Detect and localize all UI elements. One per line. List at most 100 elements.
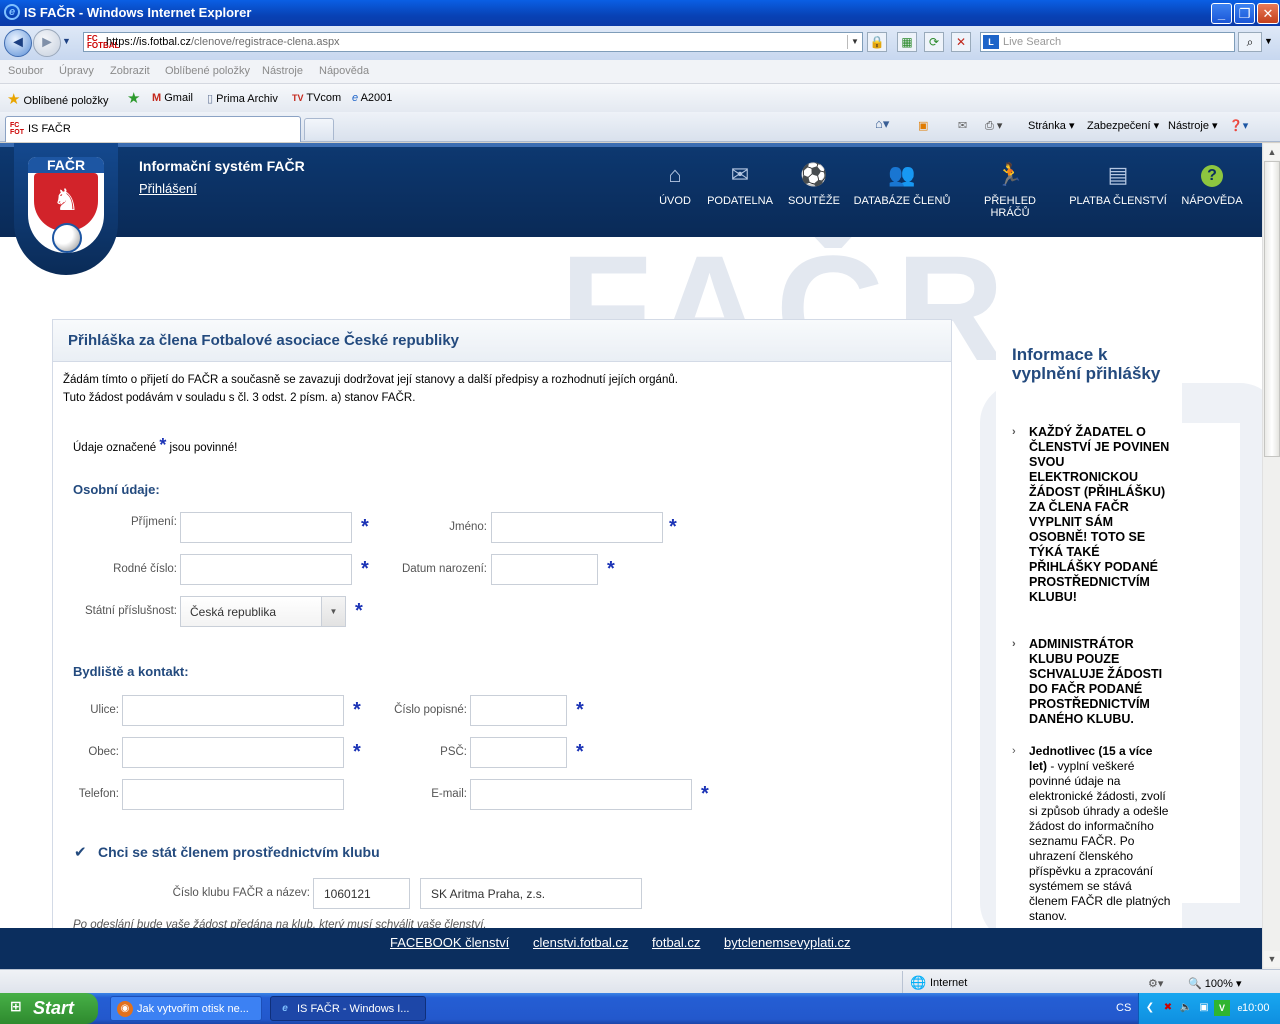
email-input[interactable] (470, 779, 692, 810)
home-toolbar-icon[interactable]: ⌂▾ (875, 116, 889, 132)
menu-favorites[interactable]: Oblíbené položky (165, 65, 250, 77)
window-title-bar[interactable]: e IS FAČR - Windows Internet Explorer _ … (0, 0, 1280, 26)
footer-link-facebook[interactable]: FACEBOOK členství (390, 935, 509, 950)
tray-arrow-icon[interactable]: ❮ (1142, 1000, 1158, 1016)
zoom-level[interactable]: 🔍 100% ▾ (1188, 977, 1241, 990)
mail-toolbar-icon[interactable]: ✉ (958, 119, 967, 132)
facr-logo[interactable]: FAČR ♞ (14, 143, 118, 275)
forward-button[interactable]: ► (33, 29, 61, 57)
birth-number-required: * (361, 558, 369, 580)
task-ie[interactable]: e IS FAČR - Windows I... (270, 996, 426, 1021)
tab-is-facr[interactable]: FC FOT IS FAČR (5, 116, 301, 142)
fav-gmail[interactable]: M Gmail (152, 92, 193, 104)
club-number-input[interactable]: 1060121 (313, 878, 410, 909)
refresh-icon[interactable]: ⟳ (924, 32, 944, 52)
surname-label: Příjmení: (130, 516, 177, 528)
history-dropdown-icon[interactable]: ▼ (62, 36, 71, 46)
stop-icon[interactable]: ✕ (951, 32, 971, 52)
scroll-thumb[interactable] (1264, 161, 1280, 457)
fav-prima-archiv[interactable]: ▯ Prima Archiv (207, 92, 278, 105)
nav-podatelna[interactable]: ✉ PODATELNA (705, 161, 775, 207)
tray-extra-icon[interactable]: e (1232, 1000, 1248, 1016)
player-icon: 🏃 (996, 162, 1024, 187)
start-button[interactable]: ⊞ Start (0, 993, 98, 1024)
nav-uvod[interactable]: ⌂ ÚVOD (655, 161, 695, 207)
address-bar[interactable]: FC FOTBAL https://is.fotbal.cz/clenove/re… (83, 32, 863, 52)
search-icon[interactable]: ⌕ (1238, 32, 1262, 52)
feeds-icon[interactable]: ▣ (918, 119, 928, 132)
chevron-right-icon: › (1012, 638, 1016, 650)
footer-link-bytclenem[interactable]: bytclenemsevyplati.cz (724, 935, 850, 950)
footer-link-fotbal[interactable]: fotbal.cz (652, 935, 700, 950)
surname-required: * (361, 516, 369, 538)
firstname-input[interactable] (491, 512, 663, 543)
task-firefox[interactable]: ◉ Jak vytvořím otisk ne... (110, 996, 262, 1021)
zip-input[interactable] (470, 737, 567, 768)
section-address: Bydliště a kontakt: (73, 664, 189, 679)
registration-form: Přihláška za člena Fotbalové asociace Če… (52, 319, 952, 969)
house-number-input[interactable] (470, 695, 567, 726)
favorites-button[interactable]: ★ Oblíbené položky (7, 90, 109, 108)
page-icon: ▯ (207, 93, 214, 105)
volume-icon[interactable]: 🔈 (1178, 1000, 1194, 1016)
menu-view[interactable]: Zobrazit (110, 65, 150, 77)
lock-icon[interactable]: 🔒 (867, 32, 887, 52)
maximize-button[interactable]: ❐ (1234, 3, 1255, 24)
language-indicator[interactable]: CS (1116, 1002, 1131, 1014)
menu-help[interactable]: Nápověda (319, 65, 369, 77)
fav-a2001[interactable]: e A2001 (352, 92, 392, 104)
search-options-icon[interactable]: ▼ (1264, 36, 1273, 46)
ball-icon: ⚽ (800, 162, 828, 187)
ie-task-icon: e (282, 1003, 288, 1014)
help-toolbar-icon[interactable]: ❓▾ (1229, 119, 1248, 132)
back-button[interactable]: ◄ (4, 29, 32, 57)
safety-menu[interactable]: Zabezpečení ▾ (1087, 119, 1159, 132)
citizenship-select[interactable]: Česká republika ▼ (180, 596, 346, 627)
login-link[interactable]: Přihlášení (139, 181, 197, 196)
chevron-down-icon[interactable]: ▼ (321, 597, 345, 626)
members-icon: 👥 (888, 162, 916, 187)
zip-label: PSČ: (440, 746, 467, 758)
site-title: Informační systém FAČR (139, 158, 305, 174)
birth-date-label: Datum narození: (401, 563, 487, 575)
tools-menu[interactable]: Nástroje ▾ (1168, 119, 1218, 132)
street-input[interactable] (122, 695, 344, 726)
house-number-required: * (576, 699, 584, 721)
new-tab-button[interactable] (304, 118, 334, 140)
nav-databaze-clenu[interactable]: 👥 DATABÁZE ČLENŮ (852, 161, 952, 207)
club-checkbox-label[interactable]: Chci se stát členem prostřednictvím klub… (98, 844, 380, 860)
minimize-button[interactable]: _ (1211, 3, 1232, 24)
add-favorite-icon[interactable]: ★ (127, 89, 140, 107)
antivirus-icon[interactable]: V (1214, 1000, 1230, 1016)
city-required: * (353, 741, 361, 763)
birth-date-input[interactable] (491, 554, 598, 585)
fav-tvcom[interactable]: TV TVcom (292, 92, 341, 104)
menu-tools[interactable]: Nástroje (262, 65, 303, 77)
club-name-input[interactable]: SK Aritma Praha, z.s. (420, 878, 642, 909)
phone-input[interactable] (122, 779, 344, 810)
page-menu[interactable]: Stránka ▾ (1028, 119, 1075, 132)
mail-icon: ✉ (730, 162, 750, 187)
scroll-down-icon[interactable]: ▼ (1264, 951, 1280, 967)
club-checkbox[interactable]: ✔ (74, 843, 87, 861)
nav-napoveda[interactable]: ? NÁPOVĚDA (1179, 161, 1245, 207)
birth-number-input[interactable] (180, 554, 352, 585)
surname-input[interactable] (180, 512, 352, 543)
nav-platba-clenstvi[interactable]: ▤ PLATBA ČLENSTVÍ (1067, 161, 1169, 207)
print-icon[interactable]: ⎙ ▾ (985, 119, 1002, 133)
network-icon[interactable]: ✖ (1160, 1000, 1176, 1016)
protected-mode-icon[interactable]: ⚙▾ (1148, 977, 1163, 990)
address-dropdown-icon[interactable]: ▼ (847, 35, 862, 49)
close-button[interactable]: ✕ (1257, 3, 1279, 24)
menu-file[interactable]: Soubor (8, 65, 43, 77)
search-input[interactable]: L Live Search (980, 32, 1235, 52)
scroll-up-icon[interactable]: ▲ (1264, 144, 1280, 160)
nav-prehled-hracu[interactable]: 🏃 PŘEHLED HRÁČŮ (963, 161, 1057, 219)
nav-souteze[interactable]: ⚽ SOUTĚŽE (785, 161, 843, 207)
footer-link-clenstvi[interactable]: clenstvi.fotbal.cz (533, 935, 628, 950)
monitor-icon[interactable]: ▣ (1196, 1000, 1212, 1016)
city-input[interactable] (122, 737, 344, 768)
menu-edit[interactable]: Úpravy (59, 65, 94, 77)
compat-view-icon[interactable]: ▦ (897, 32, 917, 52)
vertical-scrollbar[interactable]: ▲ ▼ (1262, 143, 1280, 969)
